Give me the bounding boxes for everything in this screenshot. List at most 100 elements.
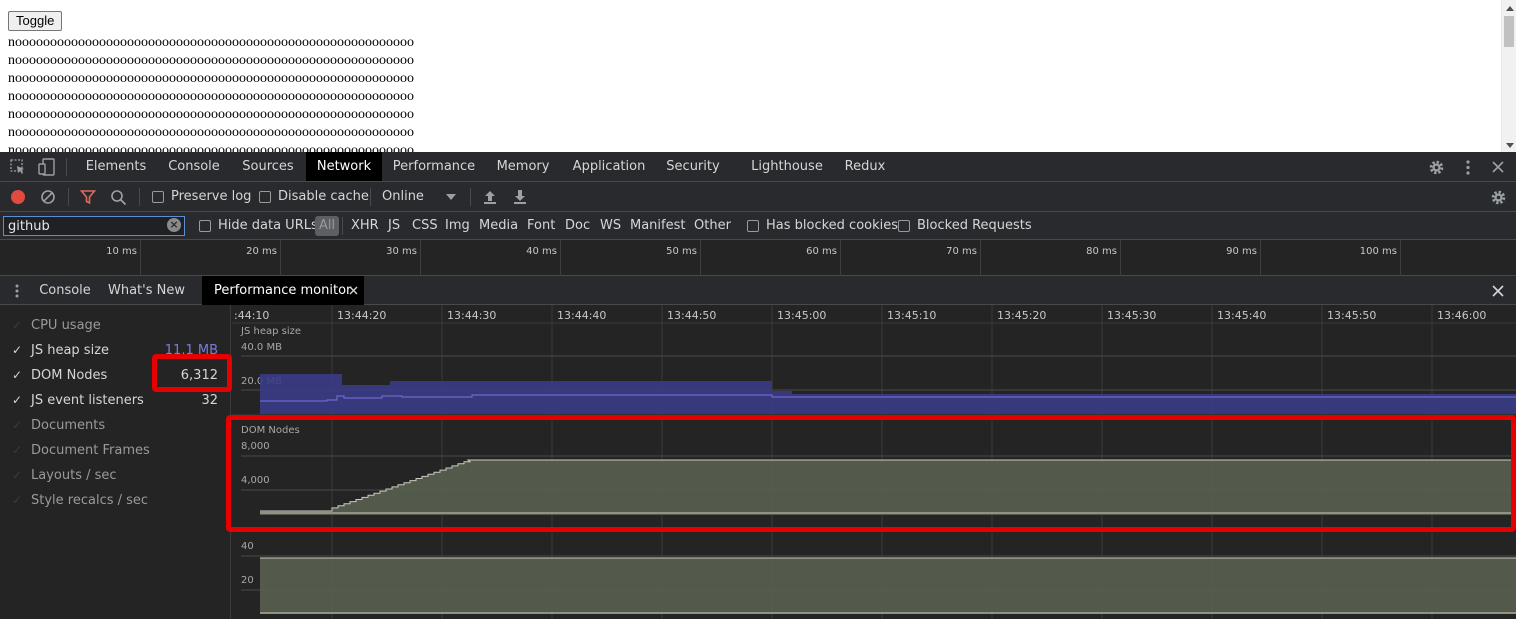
tab-console[interactable]: Console	[158, 152, 230, 181]
tab-security[interactable]: Security	[657, 152, 729, 181]
disable-cache-label: Disable cache	[278, 189, 369, 204]
devtools-panel: Elements Console Sources Network Performance…	[0, 152, 1516, 619]
timeline-gridline	[700, 240, 701, 276]
filter-type-css[interactable]: CSS	[412, 218, 438, 233]
tab-elements[interactable]: Elements	[76, 152, 156, 181]
close-tab-icon[interactable]	[349, 286, 358, 295]
close-devtools-icon[interactable]	[1492, 161, 1504, 173]
scroll-thumb[interactable]	[1504, 16, 1514, 47]
search-icon[interactable]	[110, 189, 127, 206]
checkmark-icon: ✓	[12, 318, 23, 332]
metric-cpu-usage[interactable]: ✓ CPU usage	[0, 314, 231, 339]
scroll-down-icon[interactable]	[1506, 143, 1514, 148]
tab-memory[interactable]: Memory	[486, 152, 560, 181]
filter-type-img[interactable]: Img	[445, 218, 470, 233]
settings-gear-icon[interactable]	[1428, 159, 1445, 176]
metric-name: DOM Nodes	[31, 368, 108, 383]
blocked-requests-checkbox[interactable]	[898, 220, 910, 232]
heap-area	[260, 374, 1516, 414]
checkmark-icon: ✓	[12, 368, 23, 382]
checkmark-icon: ✓	[12, 393, 23, 407]
device-toolbar-icon[interactable]	[38, 158, 56, 176]
filter-type-other[interactable]: Other	[694, 218, 731, 233]
timeline-tick-label: 80 ms	[1086, 246, 1117, 257]
network-settings-gear-icon[interactable]	[1490, 189, 1507, 206]
timeline-gridline	[1260, 240, 1261, 276]
filter-type-doc[interactable]: Doc	[565, 218, 590, 233]
hide-data-urls-checkbox[interactable]	[199, 220, 211, 232]
listeners-area	[260, 558, 1516, 614]
blocked-requests-label: Blocked Requests	[917, 218, 1032, 233]
close-drawer-icon[interactable]	[1492, 285, 1504, 297]
filter-type-ws[interactable]: WS	[600, 218, 621, 233]
time-label: 13:46:00	[1437, 309, 1486, 322]
tab-application[interactable]: Application	[562, 152, 656, 181]
page-viewport: Toggle noooooooooooooooooooooooooooooooo…	[0, 0, 1516, 152]
page-text-line: nooooooooooooooooooooooooooooooooooooooo…	[8, 35, 414, 50]
timeline-gridline	[1400, 240, 1401, 276]
metric-layouts-sec[interactable]: ✓ Layouts / sec	[0, 464, 231, 489]
metric-name: Layouts / sec	[31, 468, 117, 483]
has-blocked-cookies-checkbox[interactable]	[747, 220, 759, 232]
metric-name: CPU usage	[31, 318, 101, 333]
filter-input[interactable]	[3, 216, 185, 236]
inspect-element-icon[interactable]	[10, 159, 26, 175]
more-options-icon[interactable]	[1462, 159, 1474, 176]
tab-lighthouse[interactable]: Lighthouse	[741, 152, 833, 181]
time-label: 13:45:00	[777, 309, 826, 322]
tab-network[interactable]: Network	[306, 152, 382, 181]
disable-cache-checkbox[interactable]	[259, 191, 271, 203]
timeline-tick-label: 20 ms	[246, 246, 277, 257]
throttling-select[interactable]: Online	[382, 189, 424, 204]
drawer-tab-whats-new[interactable]: What's New	[101, 276, 192, 305]
timeline-tick-label: 10 ms	[106, 246, 137, 257]
filter-type-font[interactable]: Font	[527, 218, 555, 233]
metric-value: 32	[201, 393, 218, 408]
tab-performance[interactable]: Performance	[383, 152, 485, 181]
tab-redux[interactable]: Redux	[834, 152, 896, 181]
metric-style-recalcs-sec[interactable]: ✓ Style recalcs / sec	[0, 489, 231, 514]
network-toolbar: Preserve log Disable cache Online	[0, 182, 1516, 212]
metric-documents[interactable]: ✓ Documents	[0, 414, 231, 439]
hide-data-urls-label: Hide data URLs	[218, 218, 318, 233]
metric-js-event-listeners[interactable]: ✓ JS event listeners 32	[0, 389, 231, 414]
drawer-tab-performance-monitor[interactable]: Performance monitor	[202, 276, 364, 305]
timeline-tick-label: 60 ms	[806, 246, 837, 257]
filter-type-media[interactable]: Media	[479, 218, 518, 233]
preserve-log-label: Preserve log	[171, 189, 252, 204]
timeline-gridline	[420, 240, 421, 276]
preserve-log-checkbox[interactable]	[152, 191, 164, 203]
filter-icon[interactable]	[80, 189, 96, 205]
filter-type-js[interactable]: JS	[388, 218, 400, 233]
filter-type-xhr[interactable]: XHR	[351, 218, 379, 233]
timeline-tick-label: 100 ms	[1359, 246, 1397, 257]
scroll-up-icon[interactable]	[1506, 6, 1514, 11]
timeline-gridline	[280, 240, 281, 276]
clear-filter-icon[interactable]: ×	[167, 218, 181, 232]
dom-nodes-chart-highlight	[226, 415, 1516, 532]
export-har-icon[interactable]	[512, 189, 528, 205]
tab-sources[interactable]: Sources	[232, 152, 304, 181]
y-axis-label: 20	[241, 575, 254, 586]
page-scrollbar[interactable]	[1501, 0, 1516, 152]
toggle-button[interactable]: Toggle	[8, 11, 63, 31]
checkmark-icon: ✓	[12, 468, 23, 482]
drawer-menu-icon[interactable]	[14, 283, 20, 299]
network-overview-timeline[interactable]: 10 ms 20 ms 30 ms 40 ms 50 ms 60 ms 70 ms 80 ms…	[0, 240, 1516, 276]
time-label: 13:45:50	[1327, 309, 1376, 322]
drawer-tab-label: Performance monitor	[214, 283, 352, 298]
clear-icon[interactable]	[40, 189, 56, 205]
timeline-tick-label: 70 ms	[946, 246, 977, 257]
filter-type-manifest[interactable]: Manifest	[630, 218, 685, 233]
time-label: 13:45:20	[997, 309, 1046, 322]
metric-document-frames[interactable]: ✓ Document Frames	[0, 439, 231, 464]
filter-type-all[interactable]: All	[315, 216, 340, 236]
chevron-down-icon[interactable]	[446, 194, 456, 201]
record-icon[interactable]	[10, 189, 26, 205]
y-axis-label: 40.0 MB	[241, 342, 282, 353]
timeline-tick-label: 90 ms	[1226, 246, 1257, 257]
import-har-icon[interactable]	[482, 189, 498, 205]
page-text-line: nooooooooooooooooooooooooooooooooooooooo…	[8, 89, 414, 104]
drawer-tab-console[interactable]: Console	[31, 276, 99, 305]
timeline-tick-label: 30 ms	[386, 246, 417, 257]
